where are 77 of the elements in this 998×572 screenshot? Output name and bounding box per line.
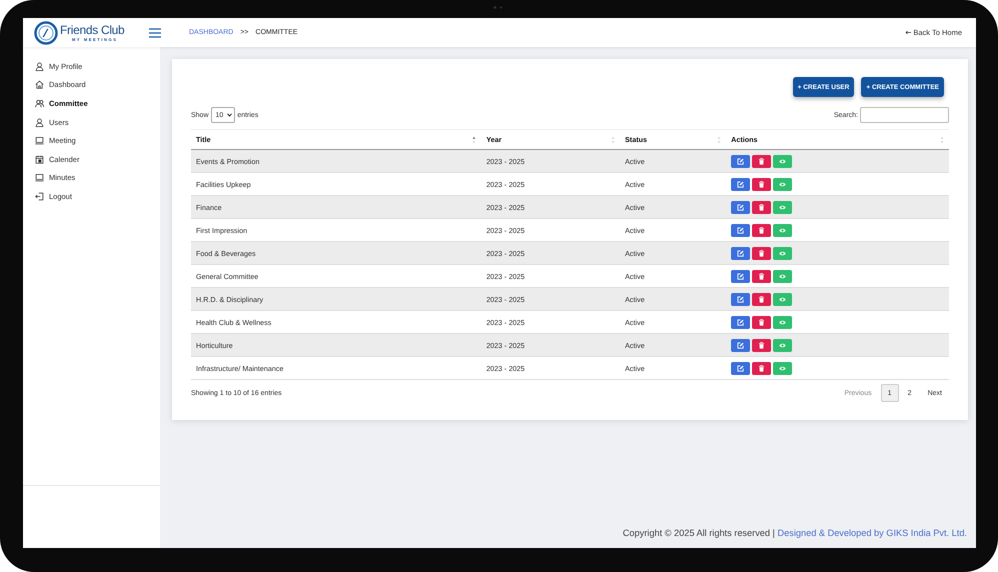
laptop-icon [35, 136, 44, 146]
trash-icon [758, 250, 766, 256]
logo-title: Friends Club [60, 24, 124, 36]
view-button[interactable] [773, 292, 792, 306]
edit-button[interactable] [731, 154, 750, 168]
view-button[interactable] [773, 270, 792, 282]
home-icon [35, 80, 44, 90]
credit-link[interactable]: Designed & Developed by GIKS India Pvt. Ltd. [778, 528, 967, 538]
delete-button[interactable] [752, 292, 772, 306]
caret-icon [227, 113, 232, 117]
laptop-icon [35, 173, 44, 182]
trash-icon [758, 342, 766, 348]
edit-button[interactable] [731, 362, 750, 374]
delete-button[interactable] [752, 246, 772, 260]
eye-icon [779, 204, 786, 210]
edit-icon [737, 226, 744, 234]
eye-icon [779, 318, 786, 326]
edit-button[interactable] [731, 316, 750, 328]
delete-button[interactable] [752, 200, 772, 214]
person-icon [35, 62, 44, 71]
eye-icon [779, 158, 786, 164]
logo-icon [34, 20, 58, 44]
trash-icon [758, 226, 766, 234]
delete-button[interactable] [752, 316, 772, 328]
delete-button[interactable] [752, 224, 772, 236]
edit-icon [737, 364, 744, 372]
group-icon [35, 98, 44, 108]
calendar-icon [35, 154, 44, 164]
person-icon [35, 118, 44, 127]
view-button[interactable] [773, 338, 792, 352]
trash-icon [758, 318, 766, 326]
search-field[interactable] [860, 107, 949, 123]
delete-button[interactable] [752, 338, 772, 352]
view-button[interactable] [773, 154, 792, 168]
view-button[interactable] [773, 316, 792, 328]
edit-button[interactable] [731, 224, 750, 236]
eye-icon [779, 296, 786, 302]
eye-icon [779, 272, 786, 280]
delete-button[interactable] [752, 154, 772, 168]
arrow-icon [905, 30, 912, 35]
edit-button[interactable] [731, 338, 750, 352]
delete-button[interactable] [752, 362, 772, 374]
trash-icon [758, 158, 766, 164]
edit-button[interactable] [731, 292, 750, 306]
delete-button[interactable] [752, 178, 772, 190]
copyright-text: Copyright © 2025 All rights reserved | [622, 528, 775, 538]
edit-icon [737, 250, 744, 256]
eye-icon [779, 364, 786, 372]
view-button[interactable] [773, 362, 792, 374]
trash-icon [758, 204, 766, 210]
trash-icon [758, 296, 766, 302]
eye-icon [779, 342, 786, 348]
logout-icon [35, 192, 44, 201]
trash-icon [758, 272, 766, 280]
edit-button[interactable] [731, 246, 750, 260]
edit-button[interactable] [731, 178, 750, 190]
view-button[interactable] [773, 178, 792, 190]
menu-icon[interactable] [149, 28, 161, 38]
view-button[interactable] [773, 200, 792, 214]
edit-icon [737, 180, 744, 188]
edit-button[interactable] [731, 200, 750, 214]
trash-icon [758, 180, 766, 188]
view-button[interactable] [773, 224, 792, 236]
trash-icon [758, 364, 766, 372]
delete-button[interactable] [752, 270, 772, 282]
edit-icon [737, 296, 744, 302]
eye-icon [779, 180, 786, 188]
edit-icon [737, 342, 744, 348]
edit-icon [737, 204, 744, 210]
edit-icon [737, 158, 744, 164]
edit-icon [737, 318, 744, 326]
eye-icon [779, 226, 786, 234]
eye-icon [779, 250, 786, 256]
edit-icon [737, 272, 744, 280]
edit-button[interactable] [731, 270, 750, 282]
camera-icon [493, 5, 503, 10]
view-button[interactable] [773, 246, 792, 260]
